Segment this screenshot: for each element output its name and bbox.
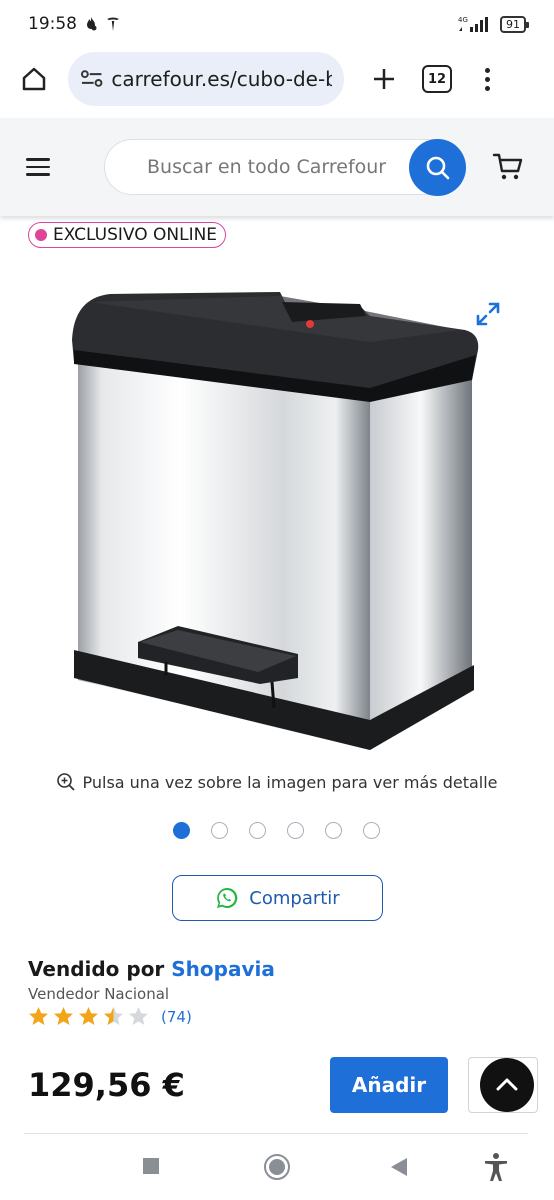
expand-icon[interactable] (474, 300, 502, 328)
battery-icon: 91 (500, 15, 529, 33)
add-to-cart-button[interactable]: Añadir (330, 1057, 448, 1113)
system-nav-bar (0, 1140, 554, 1200)
whatsapp-icon (217, 887, 238, 908)
nav-back-button[interactable] (390, 1157, 408, 1177)
zoom-hint-text: Pulsa una vez sobre la imagen para ver m… (82, 772, 498, 792)
search-button[interactable] (409, 139, 466, 196)
divider (24, 1133, 528, 1134)
carousel-dots (173, 822, 380, 839)
exclusive-badge: EXCLUSIVO ONLINE (28, 222, 227, 248)
review-count[interactable]: (74) (161, 1008, 192, 1026)
status-time: 19:58 (28, 14, 77, 34)
seller-link[interactable]: Shopavia (171, 957, 275, 981)
status-bar: 19:58 4G 91 (0, 0, 554, 48)
tesla-icon (105, 16, 121, 32)
star-icon (29, 1007, 48, 1025)
new-tab-button[interactable] (364, 59, 404, 99)
browser-toolbar: carrefour.es/cubo-de-b 12 (0, 48, 554, 110)
share-label: Compartir (249, 887, 340, 909)
rating-stars (28, 1006, 153, 1027)
url-text: carrefour.es/cubo-de-b (111, 67, 332, 91)
nav-recents-button[interactable] (142, 1157, 160, 1175)
search-icon (426, 156, 449, 179)
accessibility-icon (485, 1153, 507, 1181)
badge-label: EXCLUSIVO ONLINE (53, 225, 218, 245)
plus-icon (374, 69, 394, 89)
tabs-button[interactable]: 12 (422, 65, 452, 93)
rating[interactable]: (74) (28, 1006, 192, 1027)
site-settings-icon[interactable] (80, 69, 103, 89)
star-icon (104, 1007, 123, 1025)
search-placeholder: Buscar en todo Carrefour (147, 156, 387, 178)
site-header: Buscar en todo Carrefour (0, 118, 554, 216)
zoom-hint: Pulsa una vez sobre la imagen para ver m… (0, 772, 554, 792)
share-button[interactable]: Compartir (172, 875, 383, 921)
cart-icon (492, 153, 523, 180)
battery-level: 91 (506, 17, 520, 31)
badge-dot (35, 229, 47, 241)
carousel-dot[interactable] (287, 822, 304, 839)
carousel-dot[interactable] (211, 822, 228, 839)
cart-button[interactable] (492, 151, 524, 183)
flame-icon (83, 16, 99, 32)
seller-prefix: Vendido por (28, 957, 165, 981)
nav-home-button[interactable] (263, 1153, 291, 1181)
carousel-dot[interactable] (325, 822, 342, 839)
address-bar[interactable]: carrefour.es/cubo-de-b (68, 52, 344, 106)
network-type: 4G (458, 16, 468, 24)
hamburger-icon[interactable] (26, 158, 50, 176)
search-input[interactable]: Buscar en todo Carrefour (104, 139, 466, 196)
carousel-dot[interactable] (173, 822, 190, 839)
more-vert-icon[interactable] (482, 67, 492, 91)
tab-count: 12 (427, 71, 447, 87)
product-image[interactable] (60, 280, 490, 760)
star-icon (129, 1007, 148, 1025)
nav-back-icon (391, 1158, 407, 1176)
accessibility-button[interactable] (482, 1152, 510, 1182)
zoom-in-icon (57, 773, 76, 791)
carousel-dot[interactable] (249, 822, 266, 839)
home-button[interactable] (14, 59, 54, 99)
seller-type: Vendedor Nacional (28, 985, 170, 1003)
nav-recents-icon (143, 1158, 159, 1174)
scroll-top-button[interactable] (480, 1058, 534, 1112)
price: 129,56 € (28, 1066, 185, 1104)
signal-icon: 4G (458, 15, 494, 33)
carousel-dot[interactable] (363, 822, 380, 839)
nav-home-icon (264, 1154, 290, 1180)
star-icon (54, 1007, 73, 1025)
seller-line: Vendido por Shopavia (28, 957, 275, 981)
star-icon (79, 1007, 98, 1025)
arrow-up-icon (496, 1078, 518, 1091)
home-icon (22, 67, 46, 91)
